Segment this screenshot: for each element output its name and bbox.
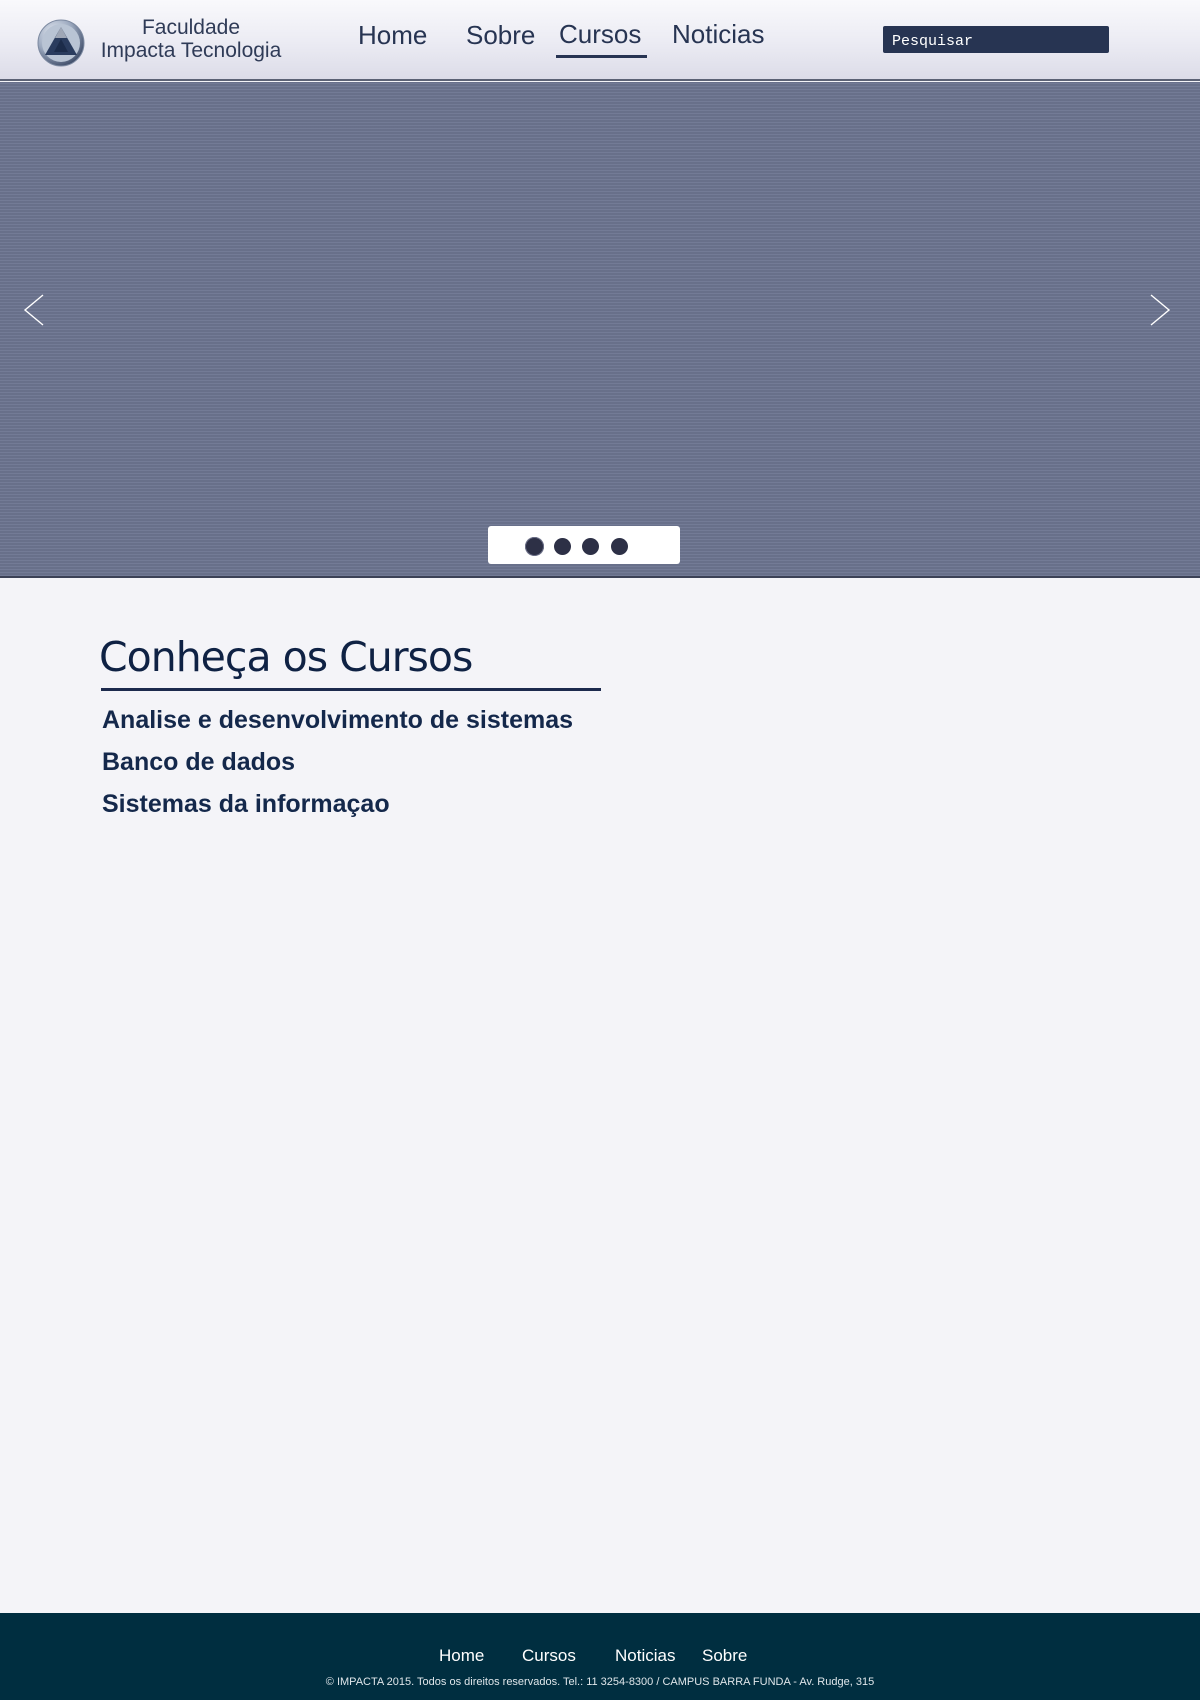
slide-dot-1[interactable] xyxy=(525,537,544,556)
chevron-right-icon[interactable] xyxy=(1148,293,1172,327)
copyright-text: © IMPACTA 2015. Todos os direitos reserv… xyxy=(325,1676,875,1688)
hero-slider xyxy=(0,82,1200,578)
nav-noticias[interactable]: Noticias xyxy=(672,19,764,50)
site-header: Faculdade Impacta Tecnologia Home Sobre … xyxy=(0,0,1200,81)
slide-dot-2[interactable] xyxy=(554,538,571,555)
nav-sobre[interactable]: Sobre xyxy=(466,20,535,51)
footer-link-home[interactable]: Home xyxy=(439,1646,484,1666)
course-link-sistemas-informacao[interactable]: Sistemas da informaçao xyxy=(102,790,390,819)
footer-link-sobre[interactable]: Sobre xyxy=(702,1646,747,1666)
search-input[interactable] xyxy=(883,26,1109,53)
footer-link-cursos[interactable]: Cursos xyxy=(522,1646,576,1666)
brand-line-1: Faculdade xyxy=(141,16,241,39)
footer-link-noticias[interactable]: Noticias xyxy=(615,1646,675,1666)
impacta-logo-icon[interactable] xyxy=(37,19,85,67)
nav-cursos[interactable]: Cursos xyxy=(559,19,641,50)
course-link-banco-de-dados[interactable]: Banco de dados xyxy=(102,748,295,777)
site-footer: Home Cursos Noticias Sobre © IMPACTA 201… xyxy=(0,1613,1200,1700)
course-link-ads[interactable]: Analise e desenvolvimento de sistemas xyxy=(102,706,573,735)
slide-dot-3[interactable] xyxy=(582,538,599,555)
slider-pagination xyxy=(488,526,680,564)
active-nav-indicator xyxy=(556,55,647,58)
slide-dot-4[interactable] xyxy=(611,538,628,555)
title-divider xyxy=(101,688,601,691)
section-title: Conheça os Cursos xyxy=(99,633,473,681)
brand-name[interactable]: Faculdade Impacta Tecnologia xyxy=(96,16,286,62)
chevron-left-icon[interactable] xyxy=(22,293,46,327)
nav-home[interactable]: Home xyxy=(358,20,427,51)
brand-line-2: Impacta Tecnologia xyxy=(100,39,282,62)
